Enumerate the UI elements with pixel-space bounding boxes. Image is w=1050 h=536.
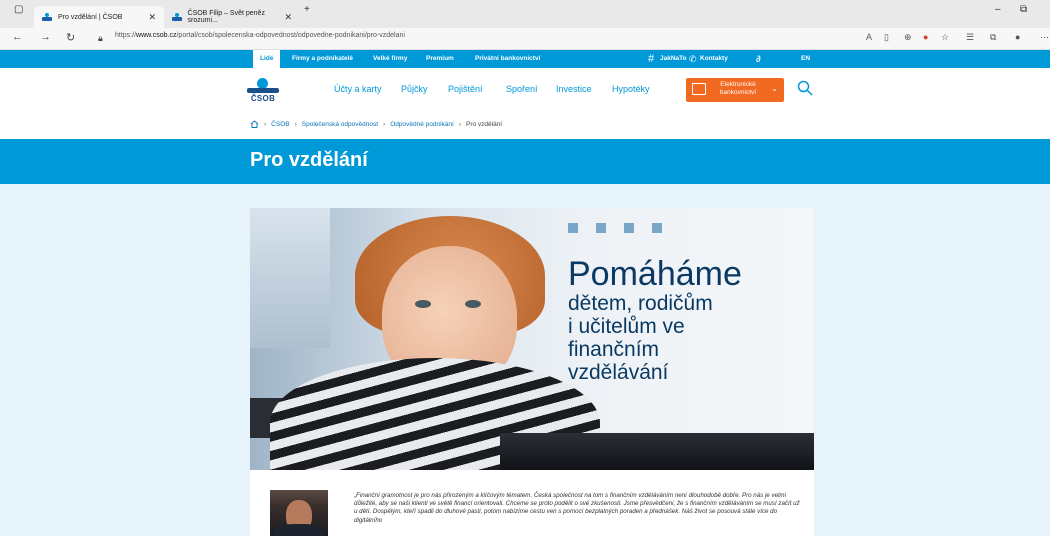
- hero-banner: Pomáháme dětem, rodičům i učitelům ve fi…: [250, 208, 814, 470]
- new-tab-icon[interactable]: +: [304, 4, 310, 15]
- url-field[interactable]: https://www.csob.cz/portal/csob/spolecen…: [115, 32, 405, 39]
- lock-icon[interactable]: 🔒︎: [98, 33, 103, 44]
- restore-icon[interactable]: ⧉: [1020, 4, 1027, 15]
- menu-investice[interactable]: Investice: [556, 84, 592, 94]
- jaknato-link[interactable]: JakNaTo: [660, 50, 687, 68]
- accessibility-icon[interactable]: ∂: [756, 50, 760, 68]
- eye-shape: [465, 300, 481, 308]
- phone-icon: ✆: [689, 54, 697, 64]
- read-aloud-icon[interactable]: A: [866, 32, 872, 42]
- forward-icon[interactable]: →: [40, 31, 51, 43]
- segment-tab-premium[interactable]: Premium: [426, 50, 454, 68]
- page-title: Pro vzdělání: [250, 149, 368, 171]
- segment-tab-private[interactable]: Privátní bankovnictví: [475, 50, 540, 68]
- extension-icon[interactable]: ●: [923, 32, 928, 42]
- main-header: ČSOB Účty a karty Půjčky Pojištění Spoře…: [0, 68, 1050, 114]
- more-icon[interactable]: ⋯: [1040, 32, 1049, 43]
- csob-favicon-icon: [172, 13, 182, 21]
- tab-title: Pro vzdělání | ČSOB: [58, 13, 123, 21]
- eye-shape: [415, 300, 431, 308]
- minimize-icon[interactable]: –: [995, 4, 1001, 15]
- quote-card: „Finanční gramotnost je pro nás přirozen…: [250, 470, 814, 536]
- menu-pojisteni[interactable]: Pojištění: [448, 84, 483, 94]
- hero-line: Pomáháme: [568, 255, 742, 293]
- address-bar: ← → ↻ 🔒︎ https://www.csob.cz/portal/csob…: [0, 28, 1050, 50]
- collections-icon[interactable]: ⧉: [990, 32, 996, 43]
- hero-headline: Pomáháme dětem, rodičům i učitelům ve fi…: [568, 256, 742, 384]
- tab-actions-icon[interactable]: ▢: [14, 4, 23, 15]
- hero-line: finančním: [568, 338, 660, 361]
- breadcrumb-current: Pro vzdělání: [465, 120, 503, 128]
- home-icon[interactable]: [250, 120, 259, 128]
- hero-line: vzdělávání: [568, 361, 669, 384]
- zoom-icon[interactable]: ⊕: [904, 32, 912, 43]
- browser-window: ▢ Pro vzdělání | ČSOB ✕ ČSOB Filip – Svě…: [0, 0, 1050, 536]
- reload-icon[interactable]: ↻: [66, 31, 75, 44]
- csob-logo[interactable]: ČSOB: [247, 78, 279, 106]
- laptop-icon: [692, 83, 706, 95]
- title-band: Pro vzdělání: [0, 139, 1050, 184]
- tab-title: ČSOB Filip – Svět peněz srozumi...: [187, 10, 265, 24]
- breadcrumb-item[interactable]: Společenská odpovědnost: [302, 121, 378, 128]
- close-tab-icon[interactable]: ✕: [284, 12, 292, 23]
- keyboard-shape: [500, 433, 814, 470]
- csob-favicon-icon: [42, 13, 52, 21]
- ebanking-button[interactable]: Elektronické bankovnictví ⌄: [686, 78, 784, 102]
- close-tab-icon[interactable]: ✕: [148, 12, 156, 23]
- language-switch[interactable]: EN: [801, 50, 810, 68]
- breadcrumb-item[interactable]: ČSOB: [271, 121, 289, 128]
- profile-icon[interactable]: ●: [1015, 32, 1020, 42]
- hero-line: i učitelům ve: [568, 315, 685, 338]
- menu-pujcky[interactable]: Půjčky: [401, 84, 428, 94]
- menu-hypoteky[interactable]: Hypotéky: [612, 84, 650, 94]
- back-icon[interactable]: ←: [12, 31, 23, 43]
- tab-strip: ▢ Pro vzdělání | ČSOB ✕ ČSOB Filip – Svě…: [0, 0, 1050, 28]
- menu-sporeni[interactable]: Spoření: [506, 84, 538, 94]
- favorites-bar-icon[interactable]: ☰: [966, 32, 974, 43]
- browser-tab-active[interactable]: Pro vzdělání | ČSOB ✕: [34, 6, 164, 28]
- segment-tab-lide[interactable]: Lidé: [253, 50, 281, 68]
- ebanking-label: Elektronické bankovnictví: [719, 81, 757, 96]
- kontakty-link[interactable]: Kontakty: [700, 50, 728, 68]
- segment-tab-velke-firmy[interactable]: Velké firmy: [373, 50, 407, 68]
- hashtag-icon: #: [648, 53, 655, 65]
- breadcrumb: › ČSOB › Společenská odpovědnost › Odpov…: [250, 120, 502, 128]
- favorite-icon[interactable]: ☆: [941, 32, 949, 43]
- reader-view-icon[interactable]: ▯: [884, 32, 889, 43]
- segment-tab-firmy[interactable]: Firmy a podnikatelé: [292, 50, 353, 68]
- shelf-shape: [568, 220, 768, 233]
- segment-nav: Lidé Firmy a podnikatelé Velké firmy Pre…: [0, 50, 1050, 68]
- browser-tab[interactable]: ČSOB Filip – Svět peněz srozumi... ✕: [164, 6, 300, 28]
- breadcrumb-item[interactable]: Odpovědné podnikání: [390, 121, 454, 128]
- speaker-photo: [270, 490, 328, 536]
- search-icon[interactable]: [797, 80, 813, 96]
- quote-text: „Finanční gramotnost je pro nás přirozen…: [354, 492, 800, 524]
- hero-line: dětem, rodičům: [568, 292, 713, 315]
- chevron-down-icon: ⌄: [771, 84, 778, 93]
- menu-ucty-karty[interactable]: Účty a karty: [334, 84, 382, 94]
- monitor-shape: [250, 208, 330, 348]
